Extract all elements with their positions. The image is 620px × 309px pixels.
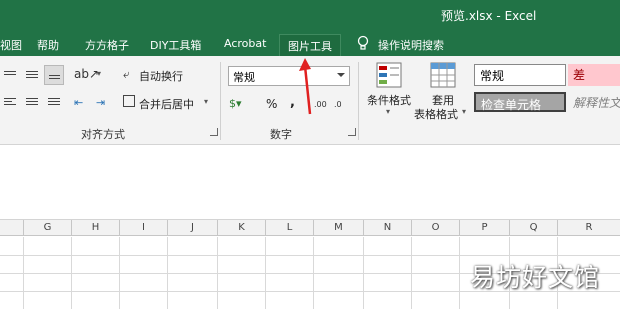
number-group-label: 数字	[270, 128, 292, 141]
column-header-O[interactable]: O	[412, 220, 460, 236]
chevron-down-icon	[337, 73, 345, 77]
merge-center-button[interactable]: 合并后居中	[139, 96, 194, 112]
align-bottom-icon[interactable]	[44, 65, 64, 85]
watermark-text: 易坊好文馆	[470, 263, 601, 292]
tab-fangfang[interactable]: 方方格子	[85, 34, 129, 56]
conditional-format-icon	[376, 62, 402, 92]
column-header-R[interactable]: R	[558, 220, 620, 236]
increase-indent-icon[interactable]: ⇥	[96, 96, 105, 109]
column-header-J[interactable]: J	[168, 220, 218, 236]
column-header-N[interactable]: N	[364, 220, 412, 236]
style-check-cell[interactable]: 检查单元格	[474, 92, 566, 112]
style-normal[interactable]: 常规	[474, 64, 566, 86]
title-bar: 预览.xlsx - Excel	[0, 0, 620, 31]
column-header-M[interactable]: M	[314, 220, 364, 236]
chevron-down-icon[interactable]: ▾	[386, 107, 390, 116]
merge-center-icon	[123, 95, 135, 107]
chevron-down-icon[interactable]: ▾	[204, 97, 208, 106]
align-top-icon[interactable]	[4, 71, 16, 77]
tab-picture-tools[interactable]: 图片工具	[279, 34, 341, 56]
comma-style-button[interactable]: ,	[290, 95, 295, 110]
orientation-icon[interactable]: ab↗	[74, 67, 99, 81]
style-explanatory[interactable]: 解释性文	[568, 92, 620, 112]
accounting-format-icon[interactable]: $▾	[229, 97, 242, 110]
chevron-down-icon[interactable]: ▾	[97, 69, 101, 78]
column-header-Q[interactable]: Q	[510, 220, 558, 236]
column-header: G H I J K L M N O P Q R	[0, 220, 620, 236]
number-launcher-icon[interactable]	[348, 128, 356, 136]
window-title: 预览.xlsx - Excel	[441, 9, 537, 23]
style-bad[interactable]: 差	[568, 64, 620, 86]
chevron-down-icon[interactable]: ▾	[462, 107, 466, 116]
tell-me-search[interactable]: 操作说明搜索	[378, 34, 444, 56]
increase-decimal-icon[interactable]: .0	[334, 100, 342, 109]
column-header-K[interactable]: K	[218, 220, 266, 236]
column-header-P[interactable]: P	[460, 220, 510, 236]
format-as-table-icon	[430, 62, 456, 92]
column-header-F[interactable]	[0, 220, 24, 236]
column-header-G[interactable]: G	[24, 220, 72, 236]
tab-view[interactable]: 视图	[0, 34, 22, 56]
number-format-value: 常规	[233, 71, 255, 84]
tab-diy-toolbox[interactable]: DIY工具箱	[150, 34, 201, 56]
number-format-select[interactable]: 常规	[228, 66, 350, 86]
ribbon-home: ab↗ ▾ ⇤ ⇥ ⤶ 自动换行 合并后居中 ▾ 对齐方式 常规 $▾ % , …	[0, 56, 620, 145]
column-header-H[interactable]: H	[72, 220, 120, 236]
wrap-text-icon: ⤶	[123, 67, 130, 81]
column-header-L[interactable]: L	[266, 220, 314, 236]
conditional-format-button[interactable]: 条件格式	[367, 92, 411, 108]
align-left-icon[interactable]	[4, 98, 16, 107]
alignment-launcher-icon[interactable]	[210, 128, 218, 136]
wrap-text-button[interactable]: 自动换行	[139, 68, 183, 84]
align-middle-icon[interactable]	[26, 71, 38, 80]
annotation-arrow	[299, 58, 312, 115]
lightbulb-icon	[356, 35, 370, 55]
align-center-icon[interactable]	[26, 98, 38, 107]
column-header-I[interactable]: I	[120, 220, 168, 236]
blank-area	[0, 145, 620, 220]
tab-acrobat[interactable]: Acrobat	[224, 34, 266, 56]
format-as-table-button[interactable]: 表格格式	[414, 106, 458, 122]
tab-help[interactable]: 帮助	[37, 34, 59, 56]
alignment-group-label: 对齐方式	[81, 128, 125, 141]
percent-style-button[interactable]: %	[266, 97, 277, 111]
decrease-indent-icon[interactable]: ⇤	[74, 96, 83, 109]
ribbon-tabs: 视图 帮助 方方格子 DIY工具箱 Acrobat 图片工具 操作说明搜索	[0, 31, 620, 56]
align-right-icon[interactable]	[48, 98, 60, 107]
